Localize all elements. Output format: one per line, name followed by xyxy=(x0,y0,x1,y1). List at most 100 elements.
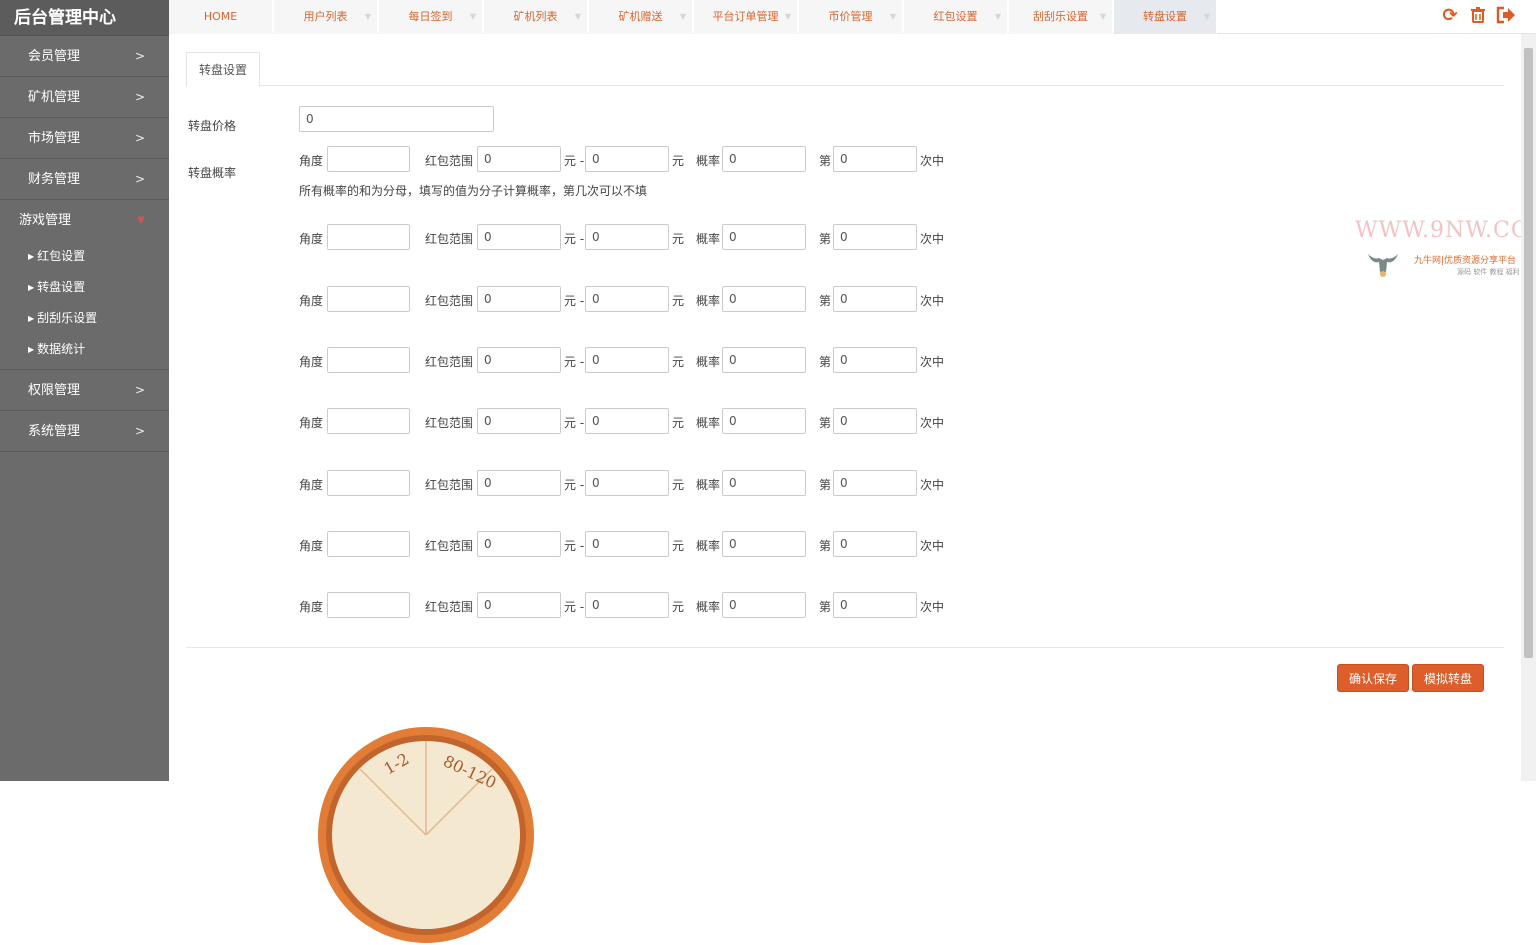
hit-label: 次中 xyxy=(920,232,945,246)
tab-scratch-settings[interactable]: 刮刮乐设置 ▼ xyxy=(1009,0,1113,34)
range-min-input[interactable] xyxy=(477,224,561,250)
nth-input[interactable] xyxy=(833,224,917,250)
sidebar-subitem-wheel[interactable]: ▶ 转盘设置 xyxy=(0,272,169,303)
angle-input[interactable] xyxy=(327,286,410,312)
hit-label: 次中 xyxy=(920,539,945,553)
tab-price-management[interactable]: 币价管理 ▼ xyxy=(799,0,903,34)
angle-input[interactable] xyxy=(327,224,410,250)
range-max-input[interactable] xyxy=(585,531,669,557)
prob-input[interactable] xyxy=(722,531,806,557)
sidebar-item-finance[interactable]: 财务管理 > xyxy=(0,159,169,200)
nth-input[interactable] xyxy=(833,470,917,496)
tab-order-management[interactable]: 平台订单管理 ▼ xyxy=(694,0,798,34)
sidebar-subitem-redpacket[interactable]: ▶ 红包设置 xyxy=(0,241,169,272)
logout-icon[interactable] xyxy=(1496,6,1516,26)
sidebar-subitem-label: 转盘设置 xyxy=(37,280,86,294)
yuan-dash-label: 元 - xyxy=(564,154,585,168)
prob-input[interactable] xyxy=(722,470,806,496)
tab-user-list[interactable]: 用户列表 ▼ xyxy=(274,0,378,34)
tab-label: 刮刮乐设置 xyxy=(1033,10,1088,23)
nth-input[interactable] xyxy=(833,146,917,172)
caret-right-icon: ▶ xyxy=(28,283,35,292)
prob-input[interactable] xyxy=(722,224,806,250)
range-max-input[interactable] xyxy=(585,470,669,496)
prob-input[interactable] xyxy=(722,347,806,373)
range-max-input[interactable] xyxy=(585,347,669,373)
angle-input[interactable] xyxy=(327,146,410,172)
sidebar-item-miners[interactable]: 矿机管理 > xyxy=(0,77,169,118)
range-label: 红包范围 xyxy=(425,600,474,614)
nth-input[interactable] xyxy=(833,347,917,373)
scrollbar[interactable] xyxy=(1521,34,1536,781)
sidebar-item-members[interactable]: 会员管理 > xyxy=(0,36,169,77)
range-label: 红包范围 xyxy=(425,478,474,492)
sidebar-item-permissions[interactable]: 权限管理 > xyxy=(0,370,169,411)
angle-input[interactable] xyxy=(327,592,410,618)
nth-input[interactable] xyxy=(833,592,917,618)
range-max-input[interactable] xyxy=(585,286,669,312)
nth-input[interactable] xyxy=(833,286,917,312)
range-min-input[interactable] xyxy=(477,286,561,312)
prob-input[interactable] xyxy=(722,286,806,312)
angle-input[interactable] xyxy=(327,531,410,557)
sidebar-item-label: 游戏管理 xyxy=(19,213,72,228)
sidebar-subitem-scratch[interactable]: ▶ 刮刮乐设置 xyxy=(0,303,169,334)
tab-miner-list[interactable]: 矿机列表 ▼ xyxy=(484,0,588,34)
range-max-input[interactable] xyxy=(585,224,669,250)
chevron-right-icon: > xyxy=(134,131,145,145)
chevron-right-icon: > xyxy=(134,49,145,63)
range-max-input[interactable] xyxy=(585,592,669,618)
sidebar-item-games[interactable]: 游戏管理 ▼ xyxy=(0,200,169,241)
tab-label: 用户列表 xyxy=(303,10,348,23)
range-min-input[interactable] xyxy=(477,531,561,557)
yuan-label: 元 xyxy=(672,355,685,369)
watermark: WWW.9NW.CC xyxy=(1355,218,1529,243)
prob-input[interactable] xyxy=(722,408,806,434)
range-min-input[interactable] xyxy=(477,146,561,172)
nth-input[interactable] xyxy=(833,531,917,557)
prob-input[interactable] xyxy=(722,592,806,618)
tab-daily-checkin[interactable]: 每日签到 ▼ xyxy=(379,0,483,34)
sidebar-item-label: 财务管理 xyxy=(28,172,81,187)
caret-right-icon: ▶ xyxy=(28,345,35,354)
sidebar-item-system[interactable]: 系统管理 > xyxy=(0,411,169,452)
prob-input[interactable] xyxy=(722,146,806,172)
nth-input[interactable] xyxy=(833,408,917,434)
range-min-input[interactable] xyxy=(477,408,561,434)
scrollbar-thumb[interactable] xyxy=(1524,48,1533,658)
content-tabs: 转盘设置 xyxy=(186,52,1504,87)
range-min-input[interactable] xyxy=(477,347,561,373)
angle-input[interactable] xyxy=(327,347,410,373)
tab-wheel-settings[interactable]: 转盘设置 ▼ xyxy=(1114,0,1217,34)
tab-label: 平台订单管理 xyxy=(712,10,779,23)
app-title: 后台管理中心 xyxy=(0,0,169,36)
tab-miner-gift[interactable]: 矿机赠送 ▼ xyxy=(589,0,693,34)
trash-icon[interactable] xyxy=(1468,6,1488,26)
divider xyxy=(186,647,1504,648)
hit-label: 次中 xyxy=(920,294,945,308)
tab-wheel-config[interactable]: 转盘设置 xyxy=(186,52,261,87)
refresh-icon[interactable]: ⟳ xyxy=(1440,6,1460,26)
price-input[interactable] xyxy=(299,106,494,132)
yuan-label: 元 xyxy=(672,539,685,553)
save-button[interactable]: 确认保存 xyxy=(1337,664,1410,692)
range-min-input[interactable] xyxy=(477,470,561,496)
top-icons: ⟳ xyxy=(1440,6,1516,26)
tab-label: 币价管理 xyxy=(828,10,873,23)
tab-redpacket-settings[interactable]: 红包设置 ▼ xyxy=(904,0,1008,34)
hit-label: 次中 xyxy=(920,416,945,430)
sidebar-subitem-stats[interactable]: ▶ 数据统计 xyxy=(0,334,169,365)
tab-home[interactable]: HOME xyxy=(169,0,273,34)
angle-input[interactable] xyxy=(327,408,410,434)
angle-label: 角度 xyxy=(299,539,324,553)
prob-label: 概率 xyxy=(696,600,721,614)
prob-label: 概率 xyxy=(696,355,721,369)
range-max-input[interactable] xyxy=(585,146,669,172)
range-max-input[interactable] xyxy=(585,408,669,434)
simulate-wheel-button[interactable]: 模拟转盘 xyxy=(1412,664,1485,692)
sidebar-item-market[interactable]: 市场管理 > xyxy=(0,118,169,159)
yuan-dash-label: 元 - xyxy=(564,478,585,492)
angle-input[interactable] xyxy=(327,470,410,496)
range-min-input[interactable] xyxy=(477,592,561,618)
dropdown-icon: ▼ xyxy=(994,12,1001,21)
